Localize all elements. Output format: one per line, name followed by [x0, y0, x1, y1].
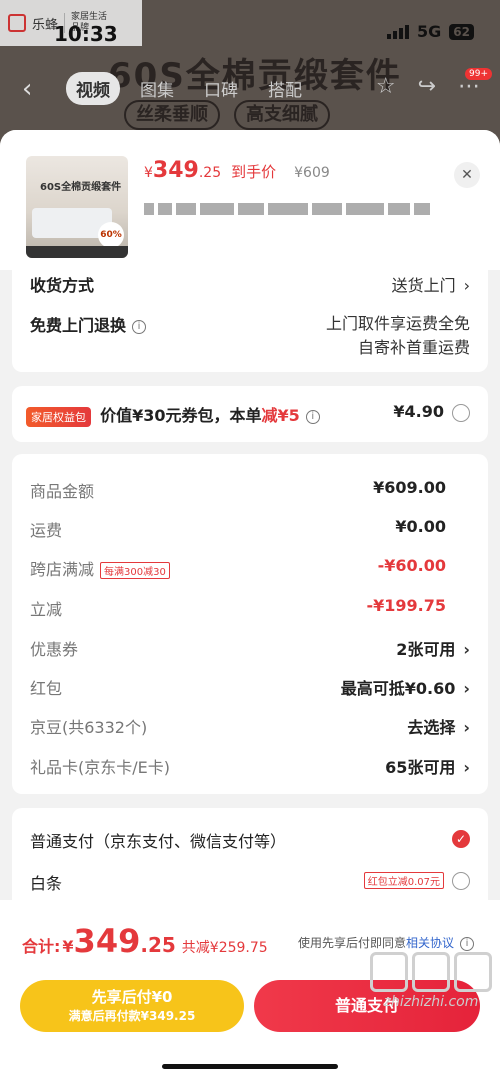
price-symbol: ¥ [144, 165, 153, 181]
status-time: 10:33 [54, 22, 118, 46]
summary-row-shipping: 运费 ¥0.00 [30, 517, 470, 541]
info-icon[interactable]: i [460, 936, 474, 951]
total-row: 合计: ¥ 349 .25 共减¥259.75 [22, 922, 268, 960]
payment-option-normal[interactable]: 普通支付（京东支付、微信支付等） ✓ [30, 828, 470, 852]
perk-text: 价值¥30元券包，本单 [100, 406, 262, 425]
summary-label: 优惠券 [30, 640, 79, 659]
summary-value: ¥609.00 [373, 478, 446, 497]
close-icon[interactable]: ✕ [454, 162, 480, 188]
agreement-link[interactable]: 相关协议 [406, 936, 454, 950]
watermark: zhizhizhi.com [370, 952, 492, 1010]
thumbnail-title: 60S全棉贡缎套件 [40, 182, 122, 193]
battery-icon: 62 [449, 23, 474, 40]
return-service-label: 免费上门退换 [30, 316, 127, 335]
summary-row-gift-card[interactable]: 礼品卡(京东卡/E卡) 65张可用 › [30, 754, 470, 778]
return-service-row: 免费上门退换 i 上门取件享运费全免 自寄补首重运费 [30, 312, 470, 357]
thumbnail-discount: 60% [98, 222, 124, 248]
return-service-line1: 上门取件享运费全免 [325, 314, 470, 333]
order-sheet: 60S全棉贡缎套件 60% ¥349.25 到手价 ¥609 ✕ 收货方式 送货… [0, 130, 500, 1082]
total-label: 合计: [22, 937, 61, 956]
perk-discount: 减¥5 [261, 406, 300, 425]
summary-label: 运费 [30, 521, 63, 540]
price-tag: 到手价 [231, 163, 277, 181]
delivery-card: 收货方式 送货上门 › 免费上门退换 i 上门取件享运费全免 自寄补首重运费 [12, 270, 488, 372]
return-service-line2: 自寄补首重运费 [357, 338, 470, 357]
summary-value: ¥0.00 [395, 517, 446, 536]
summary-label: 京豆(共6332个) [30, 718, 148, 737]
chevron-right-icon: › [463, 640, 470, 659]
chevron-right-icon: › [463, 758, 470, 777]
network-type: 5G [417, 22, 442, 41]
payment-option-label: 普通支付（京东支付、微信支付等） [30, 832, 287, 851]
payment-option-label: 白条 [30, 874, 63, 893]
payment-option-baitiao[interactable]: 白条 红包立减0.07元 [30, 870, 470, 894]
chevron-right-icon: › [463, 276, 470, 295]
summary-label: 立减 [30, 600, 63, 619]
promo-tag: 每满300减30 [100, 562, 170, 579]
radio-icon[interactable] [452, 871, 470, 890]
total-symbol: ¥ [62, 937, 74, 956]
info-icon[interactable]: i [132, 319, 147, 334]
summary-value: 2张可用 [396, 640, 456, 659]
delivery-row[interactable]: 收货方式 送货上门 › [30, 272, 470, 296]
summary-row-cross-store: 跨店满减 每满300减30 -¥60.00 [30, 556, 470, 580]
summary-value: 去选择 [407, 718, 456, 737]
feature-pills: 丝柔垂顺 高支细腻 [124, 100, 330, 130]
total-savings: 共减¥259.75 [181, 940, 268, 956]
total-integer: 349 [73, 922, 141, 960]
total-decimal: .25 [140, 933, 176, 957]
pay-later-line2: 满意后再付款¥349.25 [68, 1009, 196, 1023]
perk-card[interactable]: 家居权益包 价值¥30元券包，本单减¥5 i ¥4.90 [12, 386, 488, 442]
summary-row-jd-beans[interactable]: 京豆(共6332个) 去选择 › [30, 714, 470, 738]
perk-badge: 家居权益包 [26, 406, 91, 427]
product-header: 60S全棉贡缎套件 60% ¥349.25 到手价 ¥609 ✕ [0, 130, 500, 270]
home-indicator [162, 1064, 338, 1069]
baitiao-promo-tag: 红包立减0.07元 [363, 872, 444, 889]
summary-label: 跨店满减 [30, 560, 95, 579]
summary-row-instant-discount: 立减 -¥199.75 [30, 596, 470, 620]
summary-label: 礼品卡(京东卡/E卡) [30, 758, 170, 777]
feature-pill: 高支细腻 [234, 100, 330, 130]
summary-value: 最高可抵¥0.60 [340, 679, 456, 698]
agreement-prefix: 使用先享后付即同意 [297, 936, 406, 950]
tab-video[interactable]: 视频 [66, 72, 120, 105]
price-integer: 349 [152, 158, 199, 183]
checked-radio-icon[interactable]: ✓ [452, 829, 470, 848]
agreement-text: 使用先享后付即同意相关协议 i [298, 934, 474, 951]
watermark-logo-icon [370, 952, 492, 992]
thumbnail-banner [26, 246, 128, 258]
summary-row-coupon[interactable]: 优惠券 2张可用 › [30, 636, 470, 660]
summary-value: -¥60.00 [377, 556, 446, 575]
message-badge: 99+ [465, 68, 492, 80]
summary-row-red-packet[interactable]: 红包 最高可抵¥0.60 › [30, 675, 470, 699]
info-icon[interactable]: i [305, 409, 320, 424]
delivery-value: 送货上门 [391, 276, 456, 295]
pay-later-button[interactable]: 先享后付¥0 满意后再付款¥349.25 [20, 980, 244, 1032]
price-summary-card: 商品金额 ¥609.00 运费 ¥0.00 跨店满减 每满300减30 -¥60.… [12, 454, 488, 794]
summary-value: 65张可用 [385, 758, 456, 777]
summary-value: -¥199.75 [366, 596, 446, 615]
pay-later-line1: 先享后付¥0 [91, 988, 173, 1006]
feature-pill: 丝柔垂顺 [124, 100, 220, 130]
status-bar: 10:33 5G 62 [0, 0, 500, 50]
perk-price: ¥4.90 [393, 402, 444, 421]
summary-row-goods: 商品金额 ¥609.00 [30, 478, 470, 502]
original-price: ¥609 [294, 165, 330, 181]
back-arrow-icon[interactable]: ‹ [22, 74, 32, 104]
summary-label: 红包 [30, 679, 63, 698]
price-row: ¥349.25 到手价 ¥609 [144, 158, 330, 183]
product-thumbnail: 60S全棉贡缎套件 60% [26, 156, 128, 258]
price-decimal: .25 [198, 165, 222, 181]
perk-radio[interactable] [452, 403, 470, 422]
chevron-right-icon: › [463, 679, 470, 698]
watermark-text: zhizhizhi.com [383, 994, 479, 1010]
summary-label: 商品金额 [30, 482, 95, 501]
chevron-right-icon: › [463, 718, 470, 737]
product-title-blurred [144, 200, 444, 218]
share-icon[interactable]: ↪ [418, 74, 436, 99]
delivery-label: 收货方式 [30, 276, 95, 295]
favorite-star-icon[interactable]: ☆ [376, 74, 396, 99]
signal-icon [387, 24, 410, 39]
